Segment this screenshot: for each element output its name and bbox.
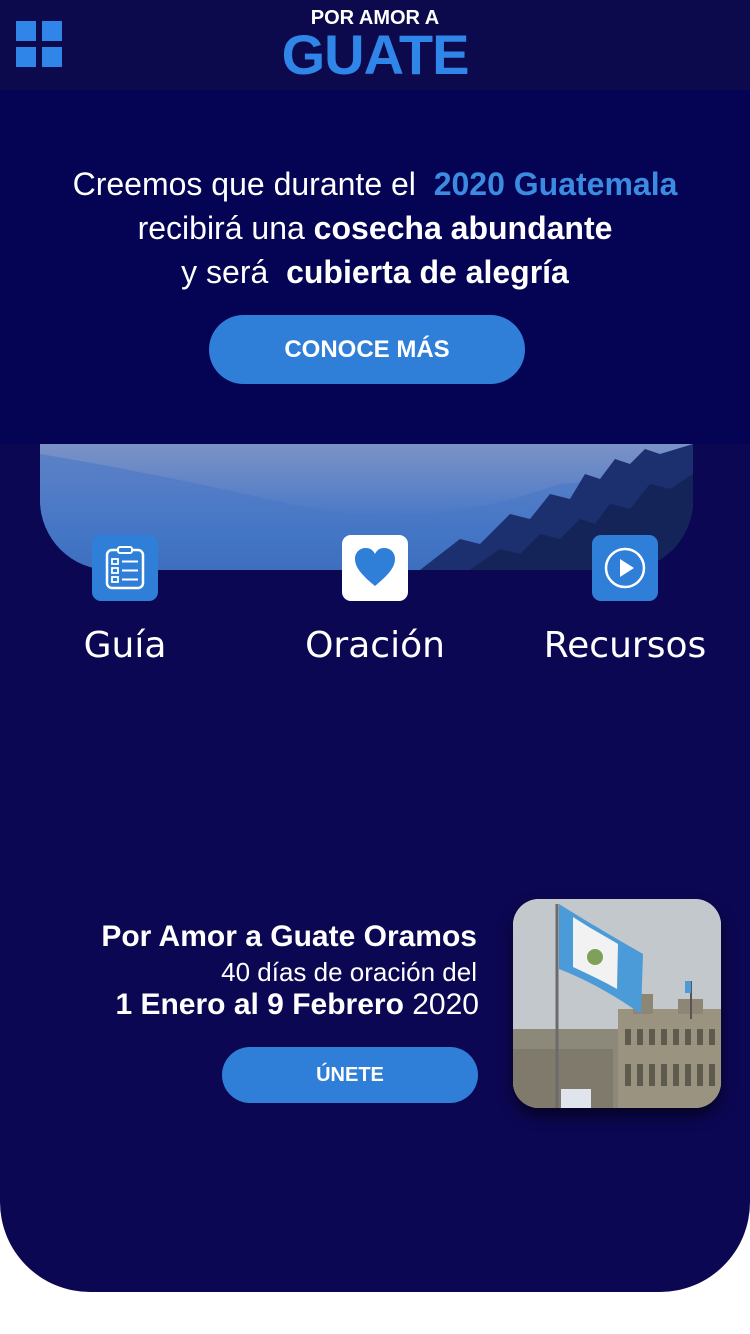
hero-message: Creemos que durante el 2020 Guatemala re… bbox=[0, 162, 750, 294]
promo-subtitle: 40 días de oración del bbox=[221, 957, 477, 987]
feature-label-guia: Guía bbox=[83, 625, 167, 666]
promo-dates-year: 2020 bbox=[412, 988, 479, 1021]
feature-guia[interactable]: Guía bbox=[25, 535, 225, 666]
promo-dates: 1 Enero al 9 Febrero 2020 bbox=[115, 988, 479, 1022]
feature-label-oracion: Oración bbox=[305, 625, 445, 666]
conoce-mas-button[interactable]: CONOCE MÁS bbox=[209, 315, 525, 384]
hero-line3-prefix: y será bbox=[181, 254, 269, 290]
feature-label-recursos: Recursos bbox=[543, 625, 707, 666]
promo-title: Por Amor a Guate Oramos bbox=[101, 920, 477, 953]
checklist-icon bbox=[92, 535, 158, 601]
logo-main-text: GUATE bbox=[281, 23, 470, 86]
hero-line1-accent: 2020 Guatemala bbox=[433, 166, 678, 202]
app-logo[interactable]: POR AMOR A GUATE bbox=[250, 6, 500, 84]
hero-line1-prefix: Creemos que durante el bbox=[72, 166, 416, 202]
play-icon bbox=[592, 535, 658, 601]
feature-recursos[interactable]: Recursos bbox=[525, 535, 725, 666]
promo-dates-range: 1 Enero al 9 Febrero bbox=[115, 988, 404, 1021]
hero-line2-prefix: recibirá una bbox=[137, 210, 305, 246]
hero-line2-bold: cosecha abundante bbox=[313, 210, 613, 246]
top-bar: POR AMOR A GUATE bbox=[0, 0, 750, 90]
grid-menu-icon[interactable] bbox=[16, 21, 62, 67]
hero-line3-bold: cubierta de alegría bbox=[286, 254, 569, 290]
heart-icon bbox=[342, 535, 408, 601]
guatemala-flag-palace-image bbox=[513, 899, 721, 1108]
app-screen: POR AMOR A GUATE Creemos que durante el … bbox=[0, 0, 750, 1292]
hero-section: Creemos que durante el 2020 Guatemala re… bbox=[0, 90, 750, 444]
feature-oracion[interactable]: Oración bbox=[275, 535, 475, 666]
unete-button[interactable]: ÚNETE bbox=[222, 1047, 478, 1103]
